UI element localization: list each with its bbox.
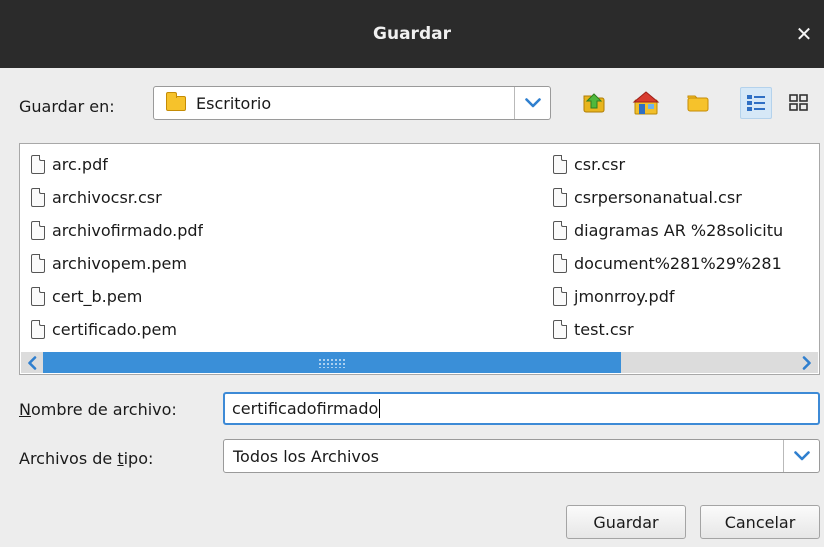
new-folder-button[interactable]	[682, 87, 714, 119]
document-icon	[31, 319, 45, 339]
save-in-value: Escritorio	[166, 87, 271, 119]
dropdown-arrow[interactable]	[783, 440, 819, 472]
filename-value: certificadofirmado	[232, 399, 379, 418]
list-view-button[interactable]	[740, 87, 772, 119]
list-item[interactable]: jmonrroy.pdf	[553, 282, 819, 310]
document-icon	[553, 187, 567, 207]
up-folder-button[interactable]	[578, 87, 610, 119]
title-bar[interactable]: Guardar ✕	[0, 0, 824, 68]
document-icon	[31, 187, 45, 207]
file-list[interactable]: arc.pdf archivocsr.csr archivofirmado.pd…	[19, 143, 820, 375]
list-item[interactable]: archivopem.pem	[31, 249, 187, 277]
save-in-label: Guardar en:	[19, 97, 115, 116]
list-item[interactable]: diagramas AR %28solicitu	[553, 216, 819, 244]
list-item[interactable]: archivocsr.csr	[31, 183, 162, 211]
scroll-left-button[interactable]	[21, 352, 43, 373]
chevron-left-icon	[28, 355, 37, 370]
chevron-right-icon	[802, 355, 811, 370]
save-dialog: Guardar ✕ Guardar en: Escritorio arc.pdf…	[0, 0, 824, 547]
document-icon	[31, 286, 45, 306]
details-view-icon	[789, 94, 808, 111]
list-item[interactable]: csrpersonanatual.csr	[553, 183, 819, 211]
document-icon	[553, 220, 567, 240]
list-item[interactable]: arc.pdf	[31, 150, 108, 178]
filetype-selected-text: Todos los Archivos	[233, 446, 380, 466]
filename-input[interactable]: certificadofirmado	[223, 392, 820, 425]
dialog-title: Guardar	[373, 24, 451, 44]
cancel-button[interactable]: Cancelar	[700, 505, 820, 539]
list-item[interactable]: cert_b.pem	[31, 282, 142, 310]
grip-icon	[318, 357, 346, 368]
list-item[interactable]: csr.csr	[553, 150, 819, 178]
chevron-down-icon	[793, 451, 810, 461]
new-folder-icon	[687, 95, 709, 112]
save-in-selected-text: Escritorio	[196, 93, 272, 113]
dropdown-arrow[interactable]	[514, 87, 550, 119]
list-item[interactable]: certificado.pem	[31, 315, 177, 343]
text-caret	[379, 399, 381, 418]
document-icon	[31, 154, 45, 174]
filename-label: Nombre de archivo:	[19, 400, 177, 419]
filetype-dropdown[interactable]: Todos los Archivos	[223, 439, 820, 473]
document-icon	[31, 220, 45, 240]
list-view-icon	[747, 95, 765, 111]
up-folder-icon	[583, 93, 605, 113]
home-icon	[632, 91, 660, 115]
save-button[interactable]: Guardar	[566, 505, 686, 539]
document-icon	[553, 319, 567, 339]
list-item[interactable]: document%281%29%281	[553, 249, 819, 277]
list-item[interactable]: test.csr	[553, 315, 819, 343]
list-item[interactable]: archivofirmado.pdf	[31, 216, 203, 244]
scroll-right-button[interactable]	[796, 352, 818, 373]
scrollbar-thumb[interactable]	[43, 352, 621, 373]
details-view-button[interactable]	[783, 87, 815, 119]
chevron-down-icon	[524, 98, 541, 108]
folder-icon	[166, 91, 186, 111]
document-icon	[31, 253, 45, 273]
document-icon	[553, 154, 567, 174]
document-icon	[553, 286, 567, 306]
home-button[interactable]	[630, 87, 662, 119]
save-in-dropdown[interactable]: Escritorio	[153, 86, 551, 120]
close-icon[interactable]: ✕	[792, 22, 816, 46]
document-icon	[553, 253, 567, 273]
horizontal-scrollbar[interactable]	[21, 352, 818, 373]
filetype-label: Archivos de tipo:	[19, 449, 154, 468]
